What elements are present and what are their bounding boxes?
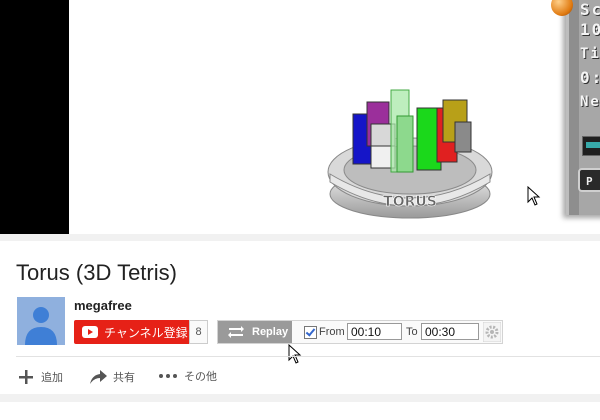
- hud-time-value: 0:: [580, 68, 600, 87]
- torus-logo-text: TORUS: [383, 194, 437, 210]
- to-label: To: [406, 326, 418, 338]
- video-title: Torus (3D Tetris): [16, 260, 177, 285]
- channel-name[interactable]: megafree: [74, 298, 132, 313]
- to-time-input[interactable]: [421, 323, 479, 340]
- more-label: その他: [184, 371, 217, 383]
- gear-icon[interactable]: [483, 322, 501, 342]
- more-dots-icon: [159, 374, 177, 378]
- torus-game-graphic: TORUS: [327, 89, 493, 219]
- add-label: 追加: [41, 372, 63, 384]
- next-section-card: [0, 402, 600, 420]
- replay-button[interactable]: Replay: [218, 321, 292, 343]
- hud-play-button: P: [578, 168, 600, 192]
- from-label: From: [319, 326, 345, 338]
- plus-icon: [19, 370, 33, 384]
- default-avatar-icon: [25, 307, 57, 345]
- youtube-play-icon: [82, 326, 98, 338]
- channel-avatar[interactable]: [17, 297, 65, 345]
- actions-divider: [16, 356, 600, 357]
- subscribe-button[interactable]: チャンネル登録: [74, 320, 189, 344]
- add-to-button[interactable]: 追加: [17, 368, 63, 386]
- more-button[interactable]: その他: [158, 368, 217, 384]
- replay-range-checkbox[interactable]: [304, 326, 317, 339]
- hud-score-label: Sc: [580, 0, 600, 19]
- video-letterbox: [0, 0, 69, 234]
- subscriber-count: 8: [189, 320, 208, 344]
- video-player[interactable]: TORUS Sc 10 Ti 0: Ne P: [0, 0, 600, 234]
- hud-bar-button: [582, 136, 600, 156]
- hud-next-label: Ne: [580, 94, 600, 110]
- share-arrow-icon: [90, 370, 107, 384]
- mouse-cursor-icon: [288, 344, 302, 364]
- replay-label: Replay: [252, 326, 289, 338]
- hud-time-label: Ti: [580, 46, 600, 62]
- hud-score-value: 10: [580, 20, 600, 39]
- mouse-cursor-icon: [527, 186, 541, 206]
- share-label: 共有: [113, 372, 135, 384]
- from-time-input[interactable]: [347, 323, 402, 340]
- share-button[interactable]: 共有: [88, 368, 135, 386]
- replay-icon: [228, 326, 244, 338]
- subscribe-label: チャンネル登録: [104, 325, 188, 340]
